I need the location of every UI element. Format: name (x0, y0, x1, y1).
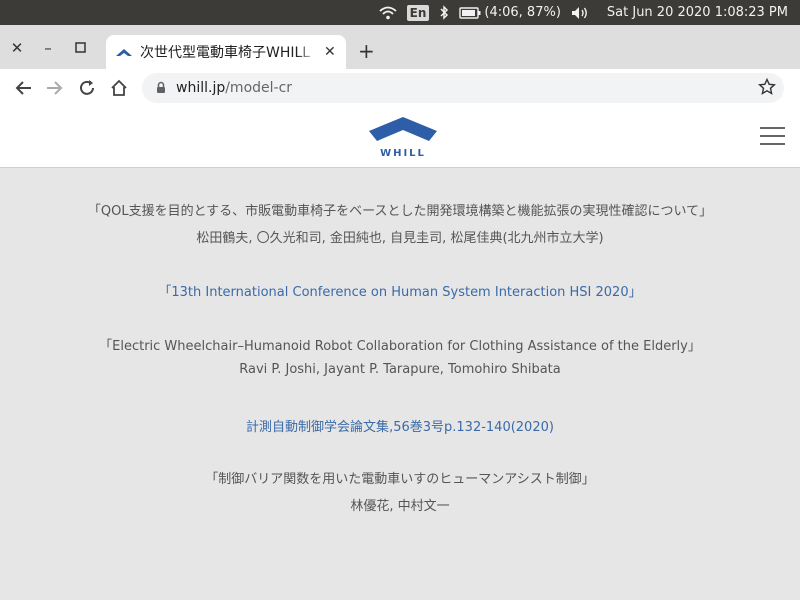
url-path: /model-cr (225, 80, 293, 96)
paper-title-1: 「QOL支援を目的とする、市販電動車椅子をベースとした開発環境構築と機能拡張の実… (87, 204, 713, 219)
keyboard-language-indicator[interactable]: En (406, 4, 430, 21)
back-icon[interactable] (12, 77, 34, 99)
paper-authors-3: 林優花, 中村文一 (350, 499, 450, 514)
wifi-icon[interactable] (379, 6, 397, 20)
battery-indicator[interactable]: (4:06, 87%) (459, 5, 561, 20)
volume-icon[interactable] (571, 6, 589, 20)
browser-tab-active[interactable]: 次世代型電動車椅子WHILL ✕ (106, 35, 346, 69)
tab-close-icon[interactable]: ✕ (324, 44, 336, 60)
lock-icon[interactable] (156, 79, 166, 98)
browser-toolbar: whill.jp/model-cr (0, 69, 800, 107)
forward-icon[interactable] (44, 77, 66, 99)
reload-icon[interactable] (76, 77, 98, 99)
logo-text: WHILL (380, 148, 426, 159)
address-bar[interactable]: whill.jp/model-cr (142, 73, 784, 103)
hamburger-menu-icon[interactable] (760, 127, 785, 147)
bookmark-star-icon[interactable] (757, 77, 777, 100)
journal-link[interactable]: 計測自動制御学会論文集,56巻3号p.132-140(2020) (0, 416, 800, 435)
window-close-icon[interactable]: ✕ (7, 39, 27, 57)
paper-authors-1: 松田鶴夫, 〇久光和司, 金田純也, 自見圭司, 松尾佳典(北九州市立大学) (196, 231, 604, 246)
window-maximize-icon[interactable] (70, 39, 90, 57)
window-minimize-icon[interactable]: – (38, 39, 58, 57)
bluetooth-icon[interactable] (439, 5, 449, 20)
battery-status-text: (4:06, 87%) (484, 5, 561, 20)
home-icon[interactable] (108, 77, 130, 99)
browser-tab-strip: ✕ – 次世代型電動車椅子WHILL ✕ + (0, 25, 800, 69)
paper-title-3: 「制御バリア関数を用いた電動車いすのヒューマンアシスト制御」 (205, 472, 595, 487)
journal-link-volume: ,56巻3号 (389, 420, 445, 435)
main-content: 「QOL支援を目的とする、市販電動車椅子をベースとした開発環境構築と機能拡張の実… (0, 168, 800, 600)
site-header: WHILL (0, 107, 800, 168)
conference-link[interactable]: 「13th International Conference on Human … (0, 281, 800, 300)
system-top-bar: En (4:06, 87%) Sat Jun 20 2020 1:08:23 P… (0, 0, 800, 25)
clock[interactable]: Sat Jun 20 2020 1:08:23 PM (607, 5, 788, 20)
tab-title: 次世代型電動車椅子WHILL (140, 45, 311, 61)
journal-link-name: 計測自動制御学会論文集 (246, 420, 390, 435)
paper-title-2: 「Electric Wheelchair–Humanoid Robot Coll… (99, 339, 701, 354)
journal-link-pages: p.132-140(2020) (444, 420, 554, 435)
paper-authors-2: Ravi P. Joshi, Jayant P. Tarapure, Tomoh… (239, 362, 561, 377)
url-text[interactable]: whill.jp/model-cr (176, 80, 292, 96)
favicon-icon (116, 43, 132, 62)
whill-logo-icon (369, 117, 437, 141)
url-domain: whill.jp (176, 80, 226, 96)
whill-logo[interactable]: WHILL (369, 117, 437, 161)
new-tab-icon[interactable]: + (358, 39, 375, 63)
